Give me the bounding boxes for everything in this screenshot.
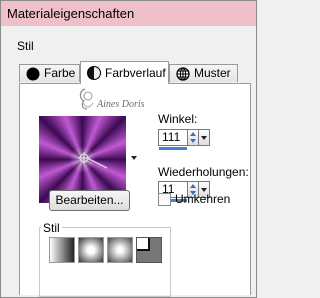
window-title: Materialeigenschaften [7,6,135,21]
style-radial-button[interactable] [136,237,162,263]
invert-label: Umkehren [175,192,231,206]
watermark-logo: Aines Doris [79,88,145,110]
style-rectangular-button[interactable] [78,237,104,263]
material-properties-window: Materialeigenschaften Stil Farbe Farbver… [0,0,257,298]
pattern-globe-icon [176,66,190,81]
angle-label: Winkel: [158,112,198,126]
style-group-label: Stil [17,39,34,53]
style-sunburst-button[interactable] [107,237,133,263]
preview-dropdown-arrow-icon[interactable] [131,156,137,160]
tab-gradient-label: Farbverlauf [105,66,166,80]
angle-input[interactable]: 111 [158,129,188,146]
black-circle-icon [26,67,40,80]
tab-color[interactable]: Farbe [19,64,80,82]
angle-slider-bar[interactable] [159,147,187,150]
style-radial-icon [137,238,161,262]
tab-gradient[interactable]: Farbverlauf [80,61,169,84]
gradient-circle-icon [87,66,101,80]
invert-checkbox[interactable] [158,193,171,206]
style-options-label: Stil [41,221,62,235]
title-bar: Materialeigenschaften [1,1,256,26]
tab-pattern-label: Muster [194,66,231,80]
svg-text:Aines Doris: Aines Doris [96,99,145,110]
angle-dropdown-button[interactable] [198,129,210,146]
tab-pattern[interactable]: Muster [169,64,238,82]
style-linear-button[interactable] [49,237,75,263]
repeats-label: Wiederholungen: [158,165,249,179]
edit-button[interactable]: Bearbeiten... [49,190,130,211]
tab-color-label: Farbe [44,66,76,80]
